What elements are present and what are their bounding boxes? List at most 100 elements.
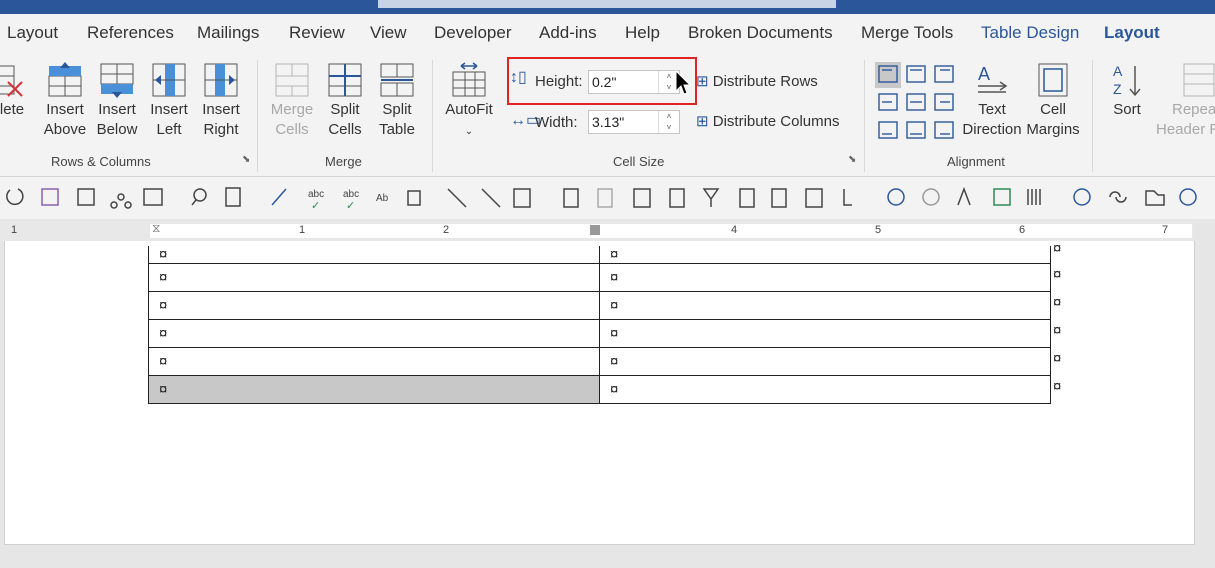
selected-table-cell[interactable]: ¤ — [148, 375, 600, 404]
tab-broken-documents[interactable]: Broken Documents — [688, 23, 833, 43]
insert-above-icon — [48, 62, 82, 97]
svg-text:✓: ✓ — [311, 200, 320, 212]
table-row: ¤ ¤ — [148, 375, 1051, 404]
table-cell[interactable]: ¤ — [599, 246, 1051, 264]
svg-text:Z: Z — [1113, 81, 1122, 97]
insert-right-button[interactable]: Insert Right — [198, 62, 244, 140]
search-box[interactable] — [378, 0, 836, 8]
status-area — [0, 545, 1215, 568]
autofit-icon — [452, 62, 486, 97]
text-direction-label-2: Direction — [962, 121, 1022, 138]
table-row: ¤ ¤ — [148, 347, 1051, 376]
table-cell[interactable]: ¤ — [148, 347, 600, 376]
insert-left-label-1: Insert — [150, 101, 188, 118]
ruler-number: 4 — [731, 224, 738, 236]
table-cell[interactable]: ¤ — [599, 263, 1051, 292]
split-cells-button[interactable]: Split Cells — [322, 62, 368, 140]
insert-right-label-2: Right — [203, 121, 239, 138]
svg-text:A: A — [1113, 63, 1123, 79]
distribute-rows-button[interactable]: ⊞ Distribute Rows — [696, 72, 818, 90]
merge-cells-button[interactable]: Merge Cells — [268, 62, 316, 140]
width-value[interactable]: 3.13" — [592, 114, 624, 130]
merge-group-label: Merge — [325, 154, 362, 169]
split-table-button[interactable]: Split Table — [374, 62, 420, 140]
table-cell[interactable]: ¤ — [148, 263, 600, 292]
table-cell[interactable]: ¤ — [148, 246, 600, 264]
table-row: ¤ ¤ — [148, 319, 1051, 348]
rows-columns-launcher-icon[interactable]: ⬊ — [242, 154, 250, 165]
tab-add-ins[interactable]: Add-ins — [539, 23, 597, 43]
table-cell[interactable]: ¤ — [599, 291, 1051, 320]
split-table-label-2: Table — [379, 121, 415, 138]
ruler-text-area — [150, 224, 1192, 238]
split-cells-icon — [328, 63, 362, 97]
insert-above-label-2: Above — [43, 121, 87, 138]
text-direction-icon: A — [978, 64, 1008, 93]
tab-table-layout[interactable]: Layout — [1104, 23, 1160, 43]
indent-marker-icon[interactable]: ⧖ — [152, 221, 160, 236]
insert-left-button[interactable]: Insert Left — [146, 62, 192, 140]
width-label: Width: — [535, 114, 578, 131]
repeat-header-rows-button[interactable]: Repea Header R — [1154, 62, 1215, 140]
cell-size-group-label: Cell Size — [613, 154, 665, 169]
cell-size-launcher-icon[interactable]: ⬊ — [848, 154, 856, 165]
title-bar — [0, 0, 1215, 14]
insert-below-button[interactable]: Insert Below — [92, 62, 142, 140]
tab-merge-tools[interactable]: Merge Tools — [861, 23, 953, 43]
column-marker-icon[interactable] — [590, 225, 600, 235]
tab-layout-page[interactable]: Layout — [7, 23, 58, 43]
ruler-number: 2 — [443, 224, 450, 236]
tab-table-design[interactable]: Table Design — [981, 23, 1079, 43]
tab-help[interactable]: Help — [625, 23, 660, 43]
distribute-columns-button[interactable]: ⊞ Distribute Columns — [696, 112, 839, 130]
alignment-group-label: Alignment — [947, 154, 1005, 169]
quick-access-toolbar: abc abc Ab ✓ ✓ — [0, 177, 1215, 219]
tab-view[interactable]: View — [370, 23, 407, 43]
split-table-icon — [380, 63, 414, 97]
alignment-buttons-icon[interactable] — [875, 62, 957, 146]
distribute-rows-icon: ⊞ — [696, 73, 709, 90]
cell-margins-icon — [1038, 63, 1068, 97]
autofit-button[interactable]: AutoFit ⌄ — [442, 62, 496, 142]
ribbon-tabs: Layout References Mailings Review View D… — [0, 14, 1215, 62]
height-highlight-box — [507, 57, 697, 105]
split-cells-label-1: Split — [330, 101, 360, 118]
merge-cells-icon — [275, 63, 309, 97]
word-table[interactable]: ¤ ¤ ¤ ¤ ¤ ¤ ¤ ¤ ¤ ¤ ¤ ¤ — [148, 246, 1051, 404]
insert-above-button[interactable]: Insert Above — [40, 62, 90, 140]
tab-review[interactable]: Review — [289, 23, 345, 43]
cell-margins-label-1: Cell — [1040, 101, 1066, 118]
tab-references[interactable]: References — [87, 23, 174, 43]
horizontal-ruler[interactable]: 1 1 2 4 5 6 7 ⧖ — [0, 221, 1193, 241]
row-end-mark: ¤ — [1053, 378, 1062, 395]
width-spinner[interactable]: 3.13" ˄ ˅ — [588, 110, 680, 134]
row-end-mark: ¤ — [1053, 350, 1062, 367]
tab-developer[interactable]: Developer — [434, 23, 512, 43]
table-cell[interactable]: ¤ — [599, 347, 1051, 376]
mouse-pointer-icon — [675, 70, 691, 95]
text-direction-label-1: Text — [978, 101, 1006, 118]
row-end-mark: ¤ — [1053, 322, 1062, 339]
cell-margins-button[interactable]: Cell Margins — [1024, 62, 1082, 140]
toolbar-icons[interactable]: abc abc Ab ✓ ✓ — [0, 177, 1215, 219]
text-direction-button[interactable]: A Text Direction — [960, 62, 1024, 140]
group-divider — [1092, 60, 1093, 172]
svg-text:✓: ✓ — [346, 200, 355, 212]
merge-cells-label-2: Cells — [275, 121, 309, 138]
cell-margins-label-2: Margins — [1026, 121, 1080, 138]
table-cell[interactable]: ¤ — [599, 319, 1051, 348]
group-divider — [257, 60, 258, 172]
sort-button[interactable]: A Z Sort — [1104, 62, 1150, 120]
tab-mailings[interactable]: Mailings — [197, 23, 259, 43]
ruler-number: 1 — [299, 224, 306, 236]
row-end-mark: ¤ — [1053, 266, 1062, 283]
table-cell[interactable]: ¤ — [148, 319, 600, 348]
table-cell[interactable]: ¤ — [148, 291, 600, 320]
table-row: ¤ ¤ — [148, 291, 1051, 320]
delete-button[interactable]: lete — [0, 62, 26, 120]
ruler-number: 6 — [1019, 224, 1026, 236]
width-spin-arrows-icon[interactable]: ˄ ˅ — [658, 111, 679, 133]
table-cell[interactable]: ¤ — [599, 375, 1051, 404]
repeat-header-label-2: Header R — [1156, 121, 1215, 138]
rows-columns-group-label: Rows & Columns — [51, 154, 151, 169]
